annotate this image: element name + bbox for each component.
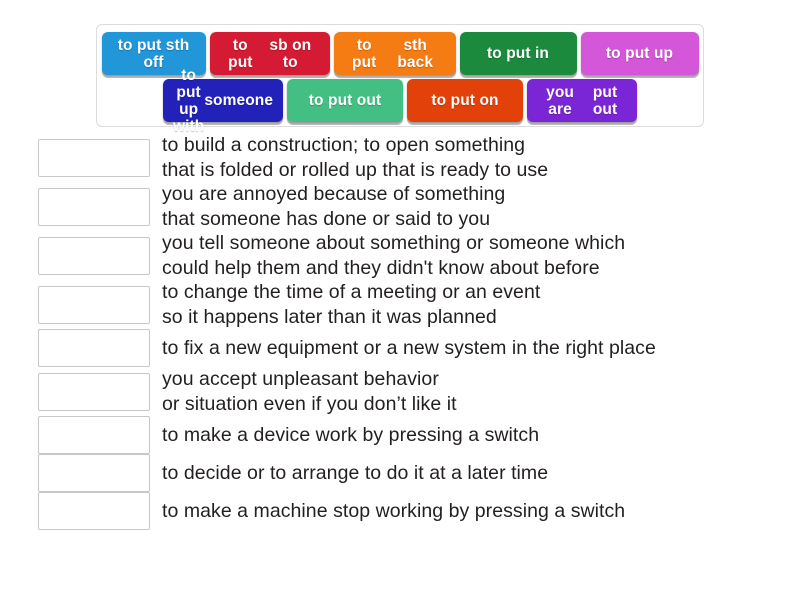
definition-text: you tell someone about something or some…	[162, 232, 626, 279]
answer-row: you are annoyed because of something tha…	[0, 182, 800, 231]
word-tile-label-line: sth back	[397, 36, 434, 71]
word-tile-label-line: you are	[546, 83, 574, 118]
word-tile-label-line: to put sth off	[117, 36, 190, 71]
word-tile[interactable]: to put sb on to	[209, 32, 330, 75]
answer-drop-box[interactable]	[38, 187, 150, 226]
word-tile-label-line: to put	[228, 36, 253, 71]
word-tile-label-line: someone	[204, 92, 274, 109]
answer-row-list: to build a construction; to open somethi…	[0, 133, 800, 530]
answer-row: to build a construction; to open somethi…	[0, 133, 800, 182]
answer-row: to make a device work by pressing a swit…	[0, 416, 800, 454]
word-tile-label-line: to put up	[605, 45, 674, 62]
answer-row: to make a machine stop working by pressi…	[0, 492, 800, 530]
answer-row: you tell someone about something or some…	[0, 231, 800, 280]
answer-drop-box[interactable]	[38, 329, 150, 367]
answer-drop-box[interactable]	[38, 138, 150, 177]
definition-text: to decide or to arrange to do it at a la…	[162, 461, 549, 484]
definition-text: to change the time of a meeting or an ev…	[162, 281, 541, 328]
word-tile-label-line: to put up with	[172, 66, 205, 135]
answer-row: to fix a new equipment or a new system i…	[0, 329, 800, 367]
definition-text: to make a device work by pressing a swit…	[162, 423, 540, 446]
word-tile-label-line: to put out	[308, 92, 382, 109]
word-tile-label-line: to put in	[486, 45, 549, 62]
word-tile-label-line: to put	[352, 36, 377, 71]
word-tile-label-line: put out	[592, 83, 618, 118]
answer-row: to decide or to arrange to do it at a la…	[0, 454, 800, 492]
definition-text: you accept unpleasant behavior or situat…	[162, 368, 457, 415]
answer-row: to change the time of a meeting or an ev…	[0, 280, 800, 329]
definition-text: you are annoyed because of something tha…	[162, 183, 506, 230]
answer-drop-box[interactable]	[38, 454, 150, 492]
answer-drop-box[interactable]	[38, 285, 150, 324]
word-tile[interactable]: to put on	[407, 79, 523, 122]
match-up-activity: to put sth off to put sb on to to put sth ba…	[0, 0, 800, 600]
word-tile[interactable]: to put in	[459, 32, 577, 75]
word-tile[interactable]: to put out	[287, 79, 403, 122]
tile-bank: to put sth off to put sb on to to put sth ba…	[96, 24, 704, 135]
answer-drop-box[interactable]	[38, 492, 150, 530]
answer-row: you accept unpleasant behavior or situat…	[0, 367, 800, 416]
definition-text: to make a machine stop working by pressi…	[162, 499, 626, 522]
answer-drop-box[interactable]	[38, 416, 150, 454]
word-tile-label-line: sb on to	[269, 36, 312, 71]
definition-text: to fix a new equipment or a new system i…	[162, 336, 656, 359]
word-tile[interactable]: to put up	[580, 32, 699, 75]
word-tile-label-line: to put on	[431, 92, 499, 109]
word-tile[interactable]: you are put out	[527, 79, 637, 122]
answer-drop-box[interactable]	[38, 372, 150, 411]
word-tile[interactable]: to put sth back	[333, 32, 456, 75]
definition-text: to build a construction; to open somethi…	[162, 134, 549, 181]
tile-bank-row-2: to put up with someone to put out to put on…	[101, 67, 699, 135]
answer-drop-box[interactable]	[38, 236, 150, 275]
word-tile[interactable]: to put up with someone	[163, 67, 283, 135]
